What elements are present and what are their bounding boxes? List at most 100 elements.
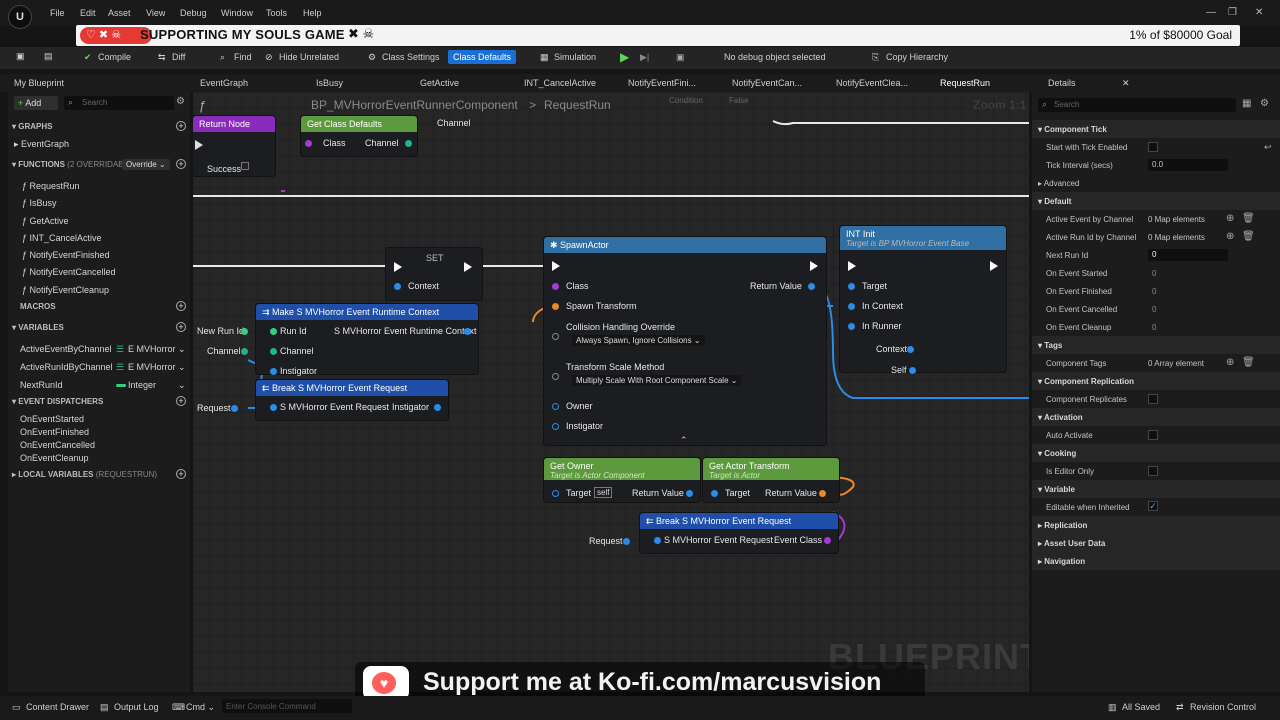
exec-out-pin[interactable] <box>810 261 818 271</box>
tab-requestrun[interactable]: RequestRun <box>940 78 990 88</box>
instigator-out-pin[interactable] <box>434 404 441 411</box>
dispatcher-item[interactable]: OnEventCleanup <box>20 452 95 465</box>
menu-view[interactable]: View <box>146 8 165 18</box>
section-tags[interactable]: ▾ Tags <box>1032 336 1280 354</box>
stop-icon[interactable]: ▣ <box>676 52 685 63</box>
menu-window[interactable]: Window <box>221 8 253 18</box>
transform-scale-pin[interactable] <box>552 373 559 380</box>
add-element-icon[interactable]: ⊕ <box>1226 213 1234 224</box>
class-pin[interactable] <box>305 140 312 147</box>
set-node[interactable]: SET Context <box>386 248 482 300</box>
collapse-icon[interactable]: ⌃ <box>680 435 688 446</box>
collision-pin[interactable] <box>552 333 559 340</box>
make-struct-node[interactable]: ⇉ Make S MVHorror Event Runtime Context … <box>256 304 478 376</box>
function-item[interactable]: ƒ RequestRun <box>22 178 116 195</box>
dispatcher-item[interactable]: OnEventCancelled <box>20 439 95 452</box>
tab-isbusy[interactable]: IsBusy <box>316 78 343 88</box>
function-item[interactable]: ƒ NotifyEventFinished <box>22 247 116 264</box>
channel-pin[interactable] <box>405 140 412 147</box>
add-function-icon[interactable]: + <box>176 159 186 169</box>
class-pin[interactable] <box>552 283 559 290</box>
add-local-variable-icon[interactable]: + <box>176 469 186 479</box>
owner-pin[interactable] <box>552 403 559 410</box>
section-activation[interactable]: ▾ Activation <box>1032 408 1280 426</box>
macros-header[interactable]: MACROS <box>20 302 56 311</box>
next-run-input[interactable]: 0 <box>1148 249 1228 261</box>
diff-button[interactable]: Diff <box>172 52 185 62</box>
all-saved-button[interactable]: All Saved <box>1122 702 1160 712</box>
tab-details[interactable]: Details <box>1048 78 1076 88</box>
compile-button[interactable]: Compile <box>98 52 131 62</box>
table-view-icon[interactable]: ▦ <box>1242 98 1251 109</box>
tab-notify-finished[interactable]: NotifyEventFini... <box>628 78 696 88</box>
tab-int-cancelactive[interactable]: INT_CancelActive <box>524 78 596 88</box>
section-cooking[interactable]: ▾ Cooking <box>1032 444 1280 462</box>
exec-in-pin[interactable] <box>552 261 560 271</box>
context-reroute-pin[interactable] <box>907 346 914 353</box>
local-variables-header[interactable]: ▸ LOCAL VARIABLES (REQUESTRUN) <box>12 470 157 479</box>
chevron-down-icon[interactable]: ⌄ <box>178 340 186 358</box>
section-default[interactable]: ▾ Default <box>1032 192 1280 210</box>
instigator-pin[interactable] <box>552 423 559 430</box>
trash-icon[interactable]: 🗑 <box>1242 357 1255 368</box>
details-search-input[interactable]: Search <box>1038 98 1236 112</box>
add-graph-icon[interactable]: + <box>176 121 186 131</box>
class-defaults-button[interactable]: Class Defaults <box>448 50 517 64</box>
add-variable-icon[interactable]: + <box>176 322 186 332</box>
function-item[interactable]: ƒ NotifyEventCancelled <box>22 264 116 281</box>
step-icon[interactable]: ▶| <box>640 52 649 63</box>
return-value-pin[interactable] <box>819 490 826 497</box>
in-runner-pin[interactable] <box>848 323 855 330</box>
trash-icon[interactable]: 🗑 <box>1242 213 1255 224</box>
section-variable[interactable]: ▾ Variable <box>1032 480 1280 498</box>
event-request-pin[interactable] <box>654 537 661 544</box>
target-pin[interactable] <box>711 490 718 497</box>
instigator-pin[interactable] <box>270 368 277 375</box>
output-log-button[interactable]: Output Log <box>114 702 159 712</box>
debug-object-select[interactable]: No debug object selected <box>724 52 826 62</box>
break-request-node-2[interactable]: ⇇ Break S MVHorror Event Request S MVHor… <box>640 513 838 553</box>
event-class-pin[interactable] <box>824 537 831 544</box>
console-input[interactable]: Enter Console Command <box>222 699 352 713</box>
unreal-logo-icon[interactable]: U <box>8 5 32 29</box>
run-id-pin[interactable] <box>270 328 277 335</box>
exec-in-pin[interactable] <box>848 261 856 271</box>
menu-edit[interactable]: Edit <box>80 8 96 18</box>
start-tick-checkbox[interactable] <box>1148 142 1158 152</box>
section-component-replication[interactable]: ▾ Component Replication <box>1032 372 1280 390</box>
section-asset-user-data[interactable]: ▸ Asset User Data <box>1032 534 1280 552</box>
close-tab-icon[interactable]: ✕ <box>1122 78 1130 89</box>
maximize-icon[interactable]: ❐ <box>1228 7 1237 18</box>
return-value-pin[interactable] <box>686 490 693 497</box>
graph-canvas[interactable]: ƒ BP_MVHorrorEventRunnerComponent > Requ… <box>193 92 1029 692</box>
breadcrumb-bp[interactable]: BP_MVHorrorEventRunnerComponent <box>311 98 518 112</box>
revision-control-button[interactable]: Revision Control <box>1190 702 1256 712</box>
break-request-node[interactable]: ⇇ Break S MVHorror Event Request S MVHor… <box>256 380 448 420</box>
menu-file[interactable]: File <box>50 8 65 18</box>
play-icon[interactable]: ▶ <box>620 50 629 64</box>
chevron-down-icon[interactable]: ⌄ <box>178 376 186 394</box>
exec-in-pin[interactable] <box>195 140 203 150</box>
function-item[interactable]: ƒ NotifyEventCleanup <box>22 282 116 299</box>
content-drawer-button[interactable]: Content Drawer <box>26 702 89 712</box>
tab-eventgraph[interactable]: EventGraph <box>200 78 248 88</box>
tab-getactive[interactable]: GetActive <box>420 78 459 88</box>
target-pin[interactable] <box>848 283 855 290</box>
scale-dropdown[interactable]: Multiply Scale With Root Component Scale… <box>572 375 742 386</box>
request-pin[interactable] <box>231 405 238 412</box>
new-run-id-pin[interactable] <box>241 328 248 335</box>
self-pin[interactable] <box>909 367 916 374</box>
return-value-pin[interactable] <box>808 283 815 290</box>
trash-icon[interactable]: 🗑 <box>1242 231 1255 242</box>
menu-asset[interactable]: Asset <box>108 8 131 18</box>
variable-item[interactable]: ActiveRunIdByChannel ☰ E MVHorror ⌄ <box>20 358 190 376</box>
save-icon[interactable]: ▣ <box>16 51 25 62</box>
tick-interval-input[interactable]: 0.0 <box>1148 159 1228 171</box>
tab-my-blueprint[interactable]: My Blueprint <box>14 78 64 88</box>
override-dropdown[interactable]: Override ⌄ <box>122 159 170 170</box>
add-element-icon[interactable]: ⊕ <box>1226 231 1234 242</box>
spawn-transform-pin[interactable] <box>552 303 559 310</box>
collision-dropdown[interactable]: Always Spawn, Ignore Collisions ⌄ <box>572 335 705 346</box>
menu-tools[interactable]: Tools <box>266 8 287 18</box>
simulation-button[interactable]: Simulation <box>554 52 596 62</box>
